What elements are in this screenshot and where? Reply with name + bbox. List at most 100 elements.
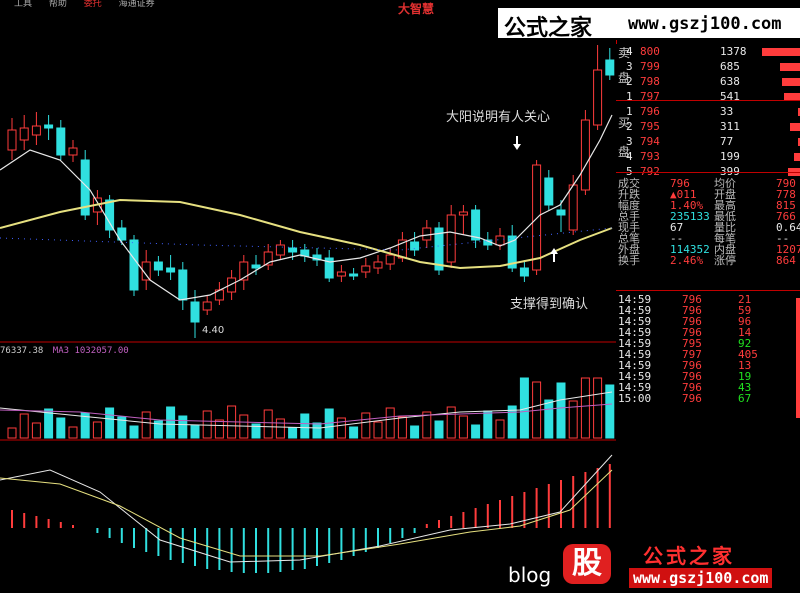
sell-depth-bar — [762, 48, 800, 56]
sell-level: 4 — [626, 45, 633, 58]
buy-depth-bar — [790, 123, 800, 131]
tick-strength-bar — [796, 298, 800, 418]
sell-level: 3 — [626, 60, 633, 73]
menu-item[interactable]: 海通证券 — [119, 0, 155, 8]
candle — [153, 261, 163, 271]
buy-level: 2 — [626, 120, 633, 133]
tick-price: 796 — [682, 392, 702, 405]
candle — [471, 209, 481, 241]
volume-bar — [178, 415, 188, 439]
volume-value: 76337.38 — [0, 346, 44, 356]
candle — [19, 127, 29, 141]
candle — [56, 127, 66, 156]
ma-dotted-line — [0, 227, 613, 251]
tick-volume: 67 — [738, 392, 752, 405]
menu-item[interactable]: 帮助 — [49, 0, 67, 8]
ma3-name: MA3 — [52, 346, 70, 356]
candle — [31, 125, 41, 136]
volume-bars — [7, 377, 615, 439]
sell-depth-bar — [782, 78, 800, 86]
ma3-value: 1032057.00 — [74, 346, 129, 356]
tick-row: 15:00 796 67 — [616, 393, 800, 405]
app-logo: 大智慧 — [398, 2, 435, 16]
buy-volume: 77 — [720, 135, 734, 148]
volume-bar — [434, 420, 444, 439]
sell-depth-bar — [780, 63, 800, 71]
sell-price: 800 — [640, 45, 660, 58]
candle — [568, 184, 578, 231]
watermark-bottom: 股 公式之家 www.gszj100.com — [563, 538, 800, 593]
candle — [373, 261, 383, 269]
volume-bar — [263, 409, 273, 439]
candle — [288, 247, 298, 253]
sell-volume: 638 — [720, 75, 740, 88]
buy-price: 796 — [640, 105, 660, 118]
buy-price: 793 — [640, 150, 660, 163]
candle — [446, 214, 456, 263]
sell-row: 2 798 638 — [616, 76, 800, 88]
volume-bar — [312, 422, 322, 439]
volume-bar — [593, 377, 603, 439]
sell-row: 1 797 541 — [616, 91, 800, 103]
candle — [385, 254, 395, 265]
volume-bar — [580, 377, 590, 439]
watermark-blog: blog — [508, 563, 552, 587]
candle — [178, 269, 188, 301]
candle — [129, 239, 139, 291]
volume-bar — [166, 406, 176, 439]
macd-dea-line — [0, 469, 613, 557]
annotation-up: 大阳说明有人关心 — [446, 110, 551, 125]
candle — [605, 59, 615, 76]
sell-price: 797 — [640, 90, 660, 103]
buy-level: 3 — [626, 135, 633, 148]
watermark-bottom-cn: 公式之家 — [643, 544, 735, 568]
annotation-down: 支撑得到确认 — [510, 297, 589, 312]
volume-bar — [458, 415, 468, 439]
candle — [544, 177, 554, 206]
buy-depth-bar — [794, 153, 800, 161]
menu-item[interactable]: 委托 — [84, 0, 102, 8]
candle — [495, 235, 505, 246]
watermark-bottom-url: www.gszj100.com — [629, 568, 773, 588]
sell-row: 4 800 1378 — [616, 46, 800, 58]
buy-row: 1 796 33 — [616, 106, 800, 118]
buy-level: 1 — [626, 105, 633, 118]
buy-row: 2 795 311 — [616, 121, 800, 133]
stat-row: 换手 2.46% 涨停 864 — [616, 255, 800, 267]
volume-bar — [544, 399, 554, 439]
volume-bar — [19, 413, 29, 439]
volume-bar — [300, 413, 310, 439]
macd-dif-line — [0, 454, 613, 563]
sell-price: 798 — [640, 75, 660, 88]
arrow-down-icon-head — [513, 144, 521, 150]
candle — [105, 199, 115, 231]
sell-volume: 685 — [720, 60, 740, 73]
buy-row: 3 794 77 — [616, 136, 800, 148]
candle — [68, 147, 78, 156]
candle — [422, 227, 432, 241]
volume-bar — [556, 382, 566, 439]
sell-level: 2 — [626, 75, 633, 88]
stat-label: 涨停 — [714, 254, 736, 267]
buy-volume: 33 — [720, 105, 734, 118]
candle — [44, 124, 54, 129]
volume-bar — [56, 417, 66, 439]
sell-price: 799 — [640, 60, 660, 73]
buy-row: 4 793 199 — [616, 151, 800, 163]
candle — [349, 273, 359, 277]
candle — [275, 244, 285, 256]
buy-volume: 199 — [720, 150, 740, 163]
buy-volume: 311 — [720, 120, 740, 133]
volume-bar — [410, 425, 420, 439]
menu-item[interactable]: 工具 — [14, 0, 32, 8]
stat-value: 2.46% — [670, 254, 704, 267]
volume-bar — [141, 411, 151, 439]
volume-bar — [92, 421, 102, 439]
volume-bar — [336, 417, 346, 439]
panel-divider — [616, 100, 800, 101]
candle — [519, 267, 529, 277]
buy-price: 795 — [640, 120, 660, 133]
watermark-cn: 公式之家 — [504, 16, 593, 41]
volume-bar — [288, 427, 298, 439]
stat-value: 864 — [776, 254, 796, 267]
